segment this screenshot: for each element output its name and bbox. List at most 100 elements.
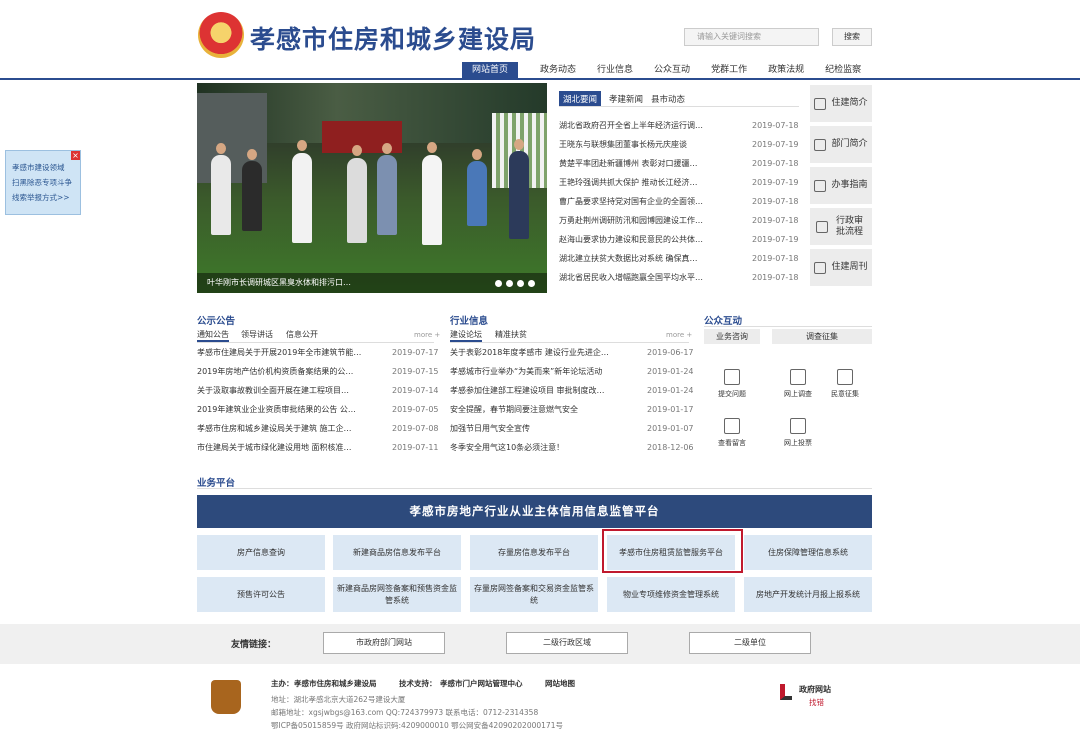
footer-address: 地址：湖北孝感北京大道262号建设大厦 [271,695,406,704]
notice-item-title[interactable]: 孝感市住房和城乡建设局关于建筑 施工企… [197,419,377,438]
platform-link[interactable]: 房产信息查询 [197,535,325,570]
tab-xiaogan-news[interactable]: 孝建新闻 [609,93,643,105]
nav-policies[interactable]: 政策法规 [768,62,804,78]
nav-industry-info[interactable]: 行业信息 [597,62,633,78]
sidebar-dept-intro[interactable]: 部门简介 [810,126,872,163]
search-button[interactable]: 搜索 [832,28,872,46]
industry-item-title[interactable]: 冬季安全用气这10条必须注意！ [450,438,630,457]
sidebar-service-guide[interactable]: 办事指南 [810,167,872,204]
news-title[interactable]: 湖北省政府召开全省上半年经济运行调… [559,116,719,135]
online-survey-link[interactable]: 网上调查 [776,369,820,399]
notice-item[interactable]: 2019年房地产估价机构资质备案结果的公… 2019-07-15 [197,362,439,381]
platform-link[interactable]: 新建商品房信息发布平台 [333,535,461,570]
sidebar-approval-flow[interactable]: 行政审批流程 [810,208,872,245]
news-item[interactable]: 湖北省居民收入增幅跑赢全国平均水平… 2019-07-18 [559,268,799,287]
news-slideshow[interactable]: 叶华刚市长调研城区黑臭水体和排污口… [197,83,547,293]
news-item[interactable]: 王艳玲强调共抓大保护 推动长江经济… 2019-07-19 [559,173,799,192]
close-icon[interactable]: × [71,151,80,160]
nav-party-work[interactable]: 党群工作 [711,62,747,78]
platform-link[interactable]: 房地产开发统计月报上报系统 [744,577,872,612]
industry-item[interactable]: 关于表彰2018年度孝感市 建设行业先进企… 2019-06-17 [450,343,694,362]
nav-home[interactable]: 网站首页 [462,62,519,78]
industry-item-title[interactable]: 孝感参加住建部工程建设项目 审批制度改… [450,381,630,400]
industry-item[interactable]: 孝感城市行业举办“为美而来”新年论坛活动 2019-01-24 [450,362,694,381]
slide-dot[interactable] [517,280,524,287]
news-title[interactable]: 曹广晶要求坚持党对国有企业的全面领… [559,192,719,211]
tab-leader-speeches[interactable]: 领导讲话 [241,329,273,340]
slide-dots[interactable] [495,280,535,287]
industry-item[interactable]: 安全提醒，春节期间要注意燃气安全 2019-01-17 [450,400,694,419]
news-title[interactable]: 赵海山要求协力建设和民意民的公共体… [559,230,719,249]
slide-dot[interactable] [506,280,513,287]
link-sub-units[interactable]: 二级单位 [689,632,811,654]
find-error-label[interactable]: 找错 [809,697,824,708]
news-title[interactable]: 黄楚平率团赴新疆博州 表彰对口援疆… [559,154,719,173]
online-vote-link[interactable]: 网上投票 [776,418,820,448]
platform-link[interactable]: 存量房信息发布平台 [470,535,598,570]
notice-item-title[interactable]: 市住建局关于城市绿化建设用地 面积核准… [197,438,377,457]
floating-report-ad[interactable]: × 孝感市建设领域 扫黑除恶专项斗争 线索举报方式>> [5,150,81,215]
industry-item[interactable]: 加强节日用气安全宣传 2019-01-07 [450,419,694,438]
tab-business-consult[interactable]: 业务咨询 [704,329,760,344]
credit-platform-banner[interactable]: 孝感市房地产行业从业主体信用信息监管平台 [197,495,872,528]
platform-link[interactable]: 新建商品房网签备案和预售资金监管系统 [333,577,461,612]
opinion-collection-link[interactable]: 民意征集 [823,369,867,399]
notice-item[interactable]: 市住建局关于城市绿化建设用地 面积核准… 2019-07-11 [197,438,439,457]
gov-site-error-icon[interactable] [780,684,792,700]
notice-item[interactable]: 孝感市住房和城乡建设局关于建筑 施工企… 2019-07-08 [197,419,439,438]
news-title[interactable]: 王艳玲强调共抓大保护 推动长江经济… [559,173,719,192]
notice-more-link[interactable]: more + [414,331,440,339]
view-messages-link[interactable]: 查看留言 [710,418,754,448]
slide-dot[interactable] [495,280,502,287]
search-input[interactable]: 请输入关键词搜索 [684,28,819,46]
link-sub-regions[interactable]: 二级行政区域 [506,632,628,654]
tab-county-news[interactable]: 县市动态 [651,93,685,105]
industry-item-title[interactable]: 孝感城市行业举办“为美而来”新年论坛活动 [450,362,630,381]
tab-survey[interactable]: 调查征集 [772,329,872,344]
notice-item[interactable]: 2019年建筑业企业资质审批结果的公告 公… 2019-07-05 [197,400,439,419]
platform-link[interactable]: 物业专项维修资金管理系统 [607,577,735,612]
submit-question-link[interactable]: 提交问题 [710,369,754,399]
gov-site-label[interactable]: 政府网站 [799,684,831,695]
tab-construction-forum[interactable]: 建设论坛 [450,329,482,342]
news-item[interactable]: 湖北建立扶贫大数据比对系统 确保真… 2019-07-18 [559,249,799,268]
notice-item-title[interactable]: 孝感市住建局关于开展2019年全市建筑节能… [197,343,377,362]
news-tabs: 湖北要闻 孝建新闻 县市动态 [559,91,685,107]
nav-public-interaction[interactable]: 公众互动 [654,62,690,78]
notice-item[interactable]: 关于汲取事故教训全面开展在建工程项目… 2019-07-14 [197,381,439,400]
industry-item-title[interactable]: 加强节日用气安全宣传 [450,419,630,438]
news-item[interactable]: 曹广晶要求坚持党对国有企业的全面领… 2019-07-18 [559,192,799,211]
news-title[interactable]: 湖北省居民收入增幅跑赢全国平均水平… [559,268,719,287]
industry-item[interactable]: 冬季安全用气这10条必须注意！ 2018-12-06 [450,438,694,457]
platform-link[interactable]: 存量房网签备案和交易资金监管系统 [470,577,598,612]
tab-notices[interactable]: 通知公告 [197,329,229,342]
platform-link[interactable]: 预售许可公告 [197,577,325,612]
nav-gov-news[interactable]: 政务动态 [540,62,576,78]
tab-info-disclosure[interactable]: 信息公开 [286,329,318,340]
nav-discipline[interactable]: 纪检监察 [825,62,861,78]
sidebar-weekly[interactable]: 住建周刊 [810,249,872,286]
notice-item-title[interactable]: 2019年房地产估价机构资质备案结果的公… [197,362,377,381]
news-title[interactable]: 王晓东与联想集团董事长杨元庆座谈 [559,135,719,154]
news-title[interactable]: 湖北建立扶贫大数据比对系统 确保真… [559,249,719,268]
news-item[interactable]: 黄楚平率团赴新疆博州 表彰对口援疆… 2019-07-18 [559,154,799,173]
platform-link[interactable]: 住房保障管理信息系统 [744,535,872,570]
sitemap-link[interactable]: 网站地图 [545,678,575,689]
notice-item-title[interactable]: 关于汲取事故教训全面开展在建工程项目… [197,381,377,400]
news-title[interactable]: 万勇赴荆州调研防汛和园博园建设工作… [559,211,719,230]
news-item[interactable]: 湖北省政府召开全省上半年经济运行调… 2019-07-18 [559,116,799,135]
link-municipal-depts[interactable]: 市政府部门网站 [323,632,445,654]
notice-item-title[interactable]: 2019年建筑业企业资质审批结果的公告 公… [197,400,377,419]
industry-more-link[interactable]: more + [666,331,692,339]
sidebar-bureau-intro[interactable]: 住建简介 [810,85,872,122]
news-item[interactable]: 王晓东与联想集团董事长杨元庆座谈 2019-07-19 [559,135,799,154]
industry-item-title[interactable]: 关于表彰2018年度孝感市 建设行业先进企… [450,343,630,362]
tab-hubei-news[interactable]: 湖北要闻 [559,91,602,107]
slide-dot[interactable] [528,280,535,287]
notice-item[interactable]: 孝感市住建局关于开展2019年全市建筑节能… 2019-07-17 [197,343,439,362]
news-item[interactable]: 赵海山要求协力建设和民意民的公共体… 2019-07-19 [559,230,799,249]
news-item[interactable]: 万勇赴荆州调研防汛和园博园建设工作… 2019-07-18 [559,211,799,230]
tab-poverty-relief[interactable]: 精准扶贫 [495,329,527,340]
industry-item[interactable]: 孝感参加住建部工程建设项目 审批制度改… 2019-01-24 [450,381,694,400]
industry-item-title[interactable]: 安全提醒，春节期间要注意燃气安全 [450,400,630,419]
